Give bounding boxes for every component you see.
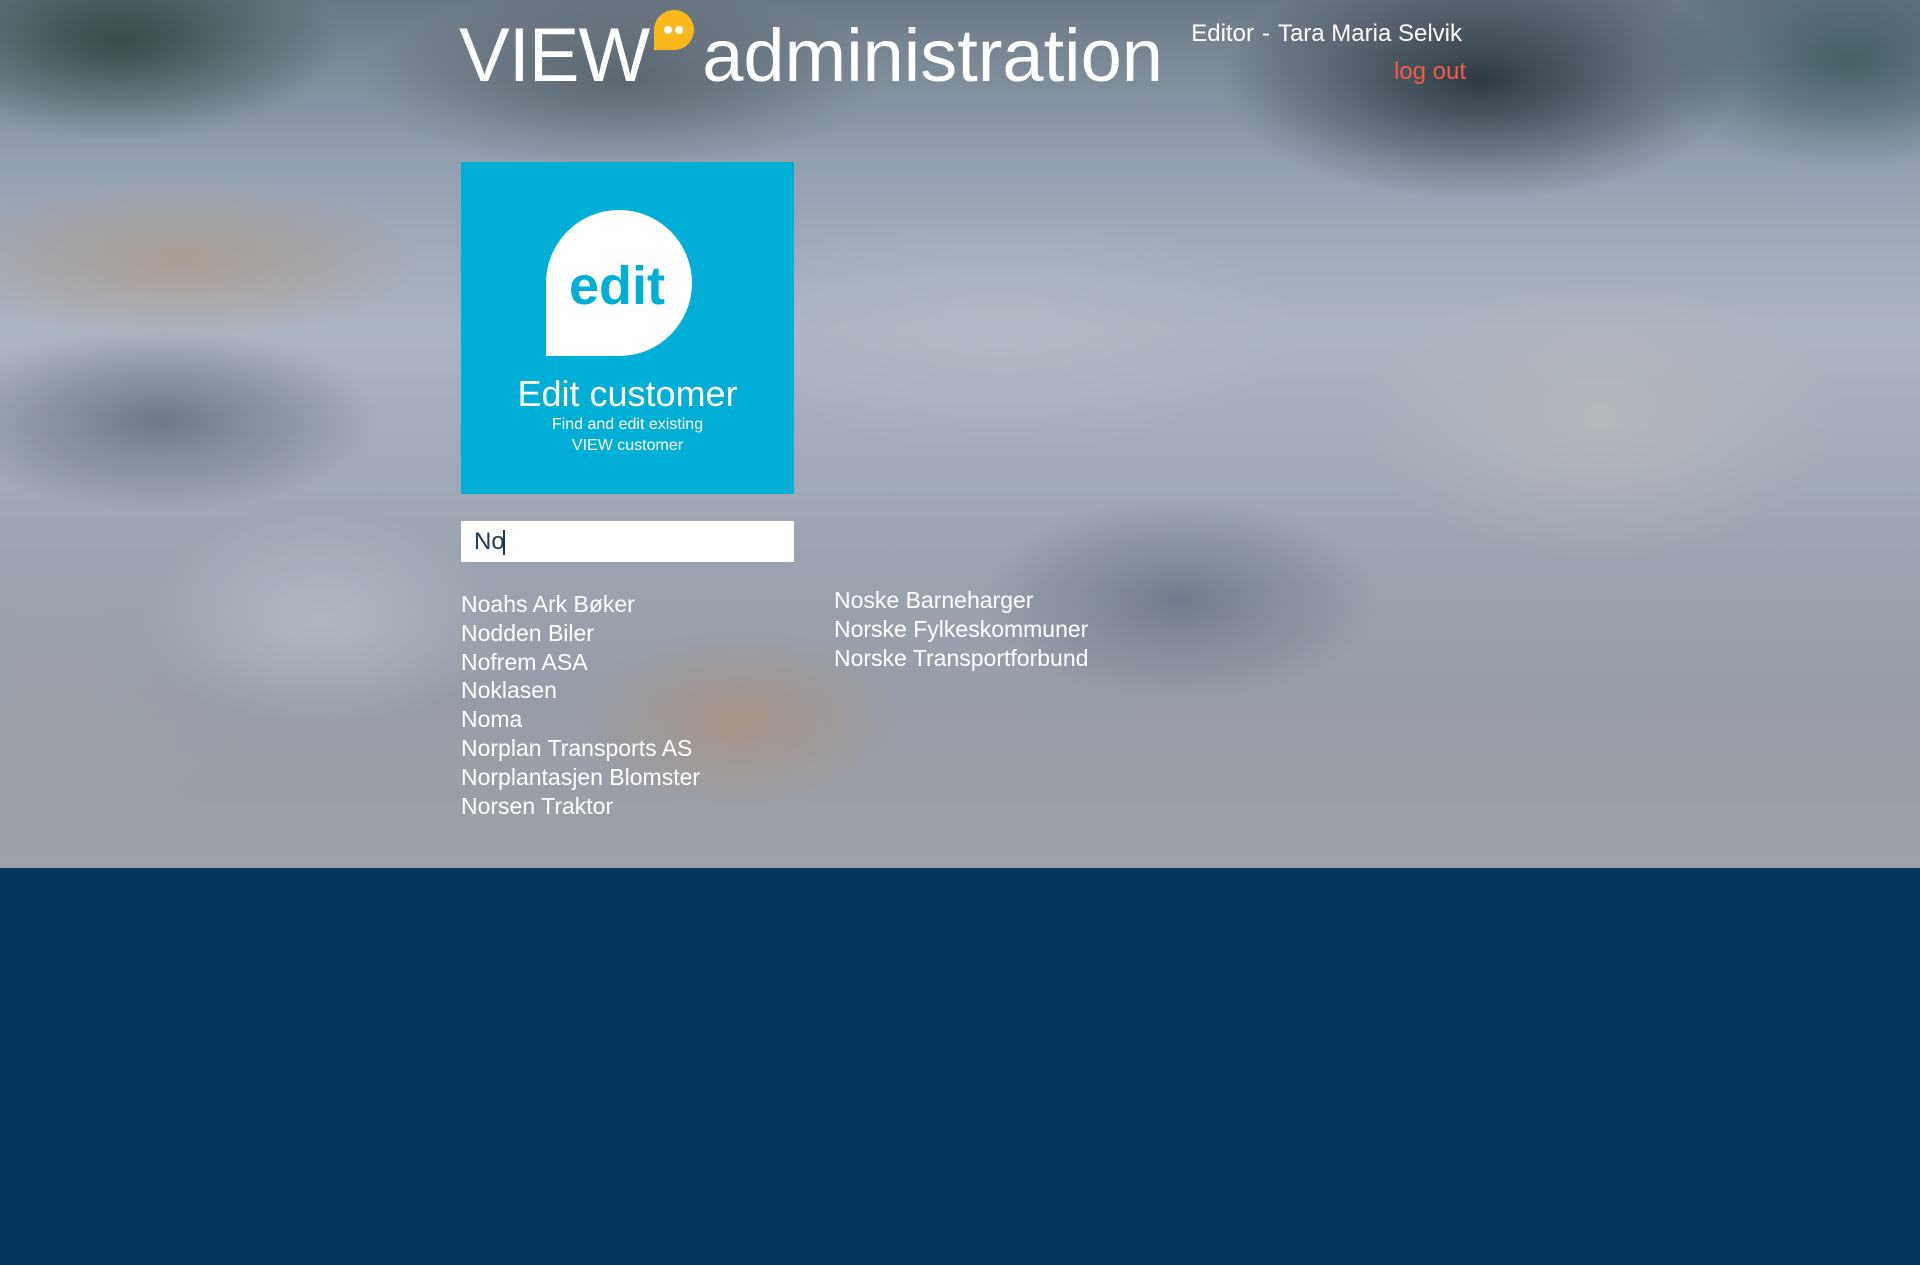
speech-bubble-icon bbox=[654, 10, 695, 50]
card-title: Edit customer bbox=[517, 373, 738, 414]
search-input[interactable] bbox=[461, 521, 794, 562]
search-result-item[interactable]: Noske Barneharger bbox=[834, 586, 1088, 615]
search-result-item[interactable]: Noma bbox=[461, 705, 700, 734]
search-result-item[interactable]: Noklasen bbox=[461, 676, 700, 705]
search-result-item[interactable]: Norplan Transports AS bbox=[461, 734, 700, 763]
search-result-item[interactable]: Norplantasjen Blomster bbox=[461, 763, 700, 792]
background-image bbox=[0, 0, 1920, 868]
logo-brand-text: VIEW bbox=[459, 13, 650, 98]
card-description: Find and edit existing VIEW customer bbox=[551, 416, 704, 454]
user-separator: - bbox=[1261, 20, 1270, 47]
user-line: Editor - Tara Maria Selvik bbox=[1191, 20, 1462, 48]
search-result-item[interactable]: Nodden Biler bbox=[461, 619, 700, 648]
search-result-item[interactable]: Noahs Ark Bøker bbox=[461, 590, 700, 619]
customer-search-field[interactable] bbox=[461, 521, 794, 562]
background-tint bbox=[0, 0, 1920, 868]
app-logo: VIEW administration bbox=[459, 10, 1163, 98]
search-result-item[interactable]: Norsen Traktor bbox=[461, 792, 700, 821]
edit-customer-card[interactable]: edit Edit customer Find and edit existin… bbox=[461, 162, 794, 494]
search-result-item[interactable]: Norske Transportforbund bbox=[834, 644, 1088, 673]
user-name: Tara Maria Selvik bbox=[1277, 20, 1462, 47]
user-info: Editor - Tara Maria Selvik log out bbox=[1191, 20, 1466, 86]
text-caret bbox=[503, 530, 505, 555]
search-result-item[interactable]: Nofrem ASA bbox=[461, 648, 700, 677]
user-role: Editor bbox=[1191, 20, 1254, 47]
search-results-column-2: Noske Barneharger Norske Fylkeskommuner No… bbox=[834, 586, 1088, 672]
logout-link[interactable]: log out bbox=[1191, 58, 1466, 86]
edit-icon-label: edit bbox=[569, 256, 665, 316]
logo-suffix-text: administration bbox=[702, 14, 1163, 97]
edit-speech-bubble-icon: edit bbox=[546, 210, 692, 356]
search-results-column-1: Noahs Ark Bøker Nodden Biler Nofrem ASA Nok… bbox=[461, 590, 700, 820]
search-result-item[interactable]: Norske Fylkeskommuner bbox=[834, 615, 1088, 644]
